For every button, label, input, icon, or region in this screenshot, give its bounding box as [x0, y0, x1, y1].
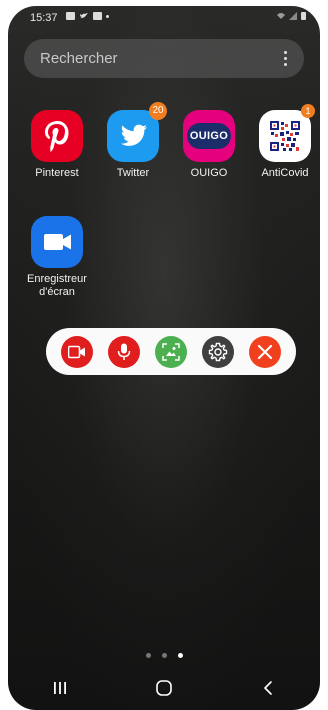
microphone-button[interactable] [108, 335, 141, 368]
status-time: 15:37 [30, 12, 58, 24]
app-anticovid[interactable]: 1 AntiCovid [250, 104, 320, 180]
record-video-button[interactable] [61, 335, 94, 368]
video-camera-icon [68, 345, 86, 358]
image-frame-icon [162, 342, 180, 361]
wifi-icon [277, 13, 285, 19]
screen-recorder-toolbar [46, 328, 296, 375]
page-dot[interactable] [145, 653, 151, 658]
app-ouigo[interactable]: OUIGO OUIGO [174, 110, 244, 180]
notification-icons [66, 12, 109, 20]
recent-apps-icon [54, 682, 66, 694]
phone-screen: 15:37 Rechercher Pinterest 20 Twitter OU… [8, 6, 320, 710]
close-button[interactable] [248, 335, 281, 368]
gallery-button[interactable] [154, 335, 187, 368]
back-button[interactable] [248, 673, 288, 703]
app-label: Enregistreur d'écran [27, 273, 87, 298]
signal-icon [289, 12, 297, 20]
ouigo-icon[interactable]: OUIGO [183, 110, 235, 162]
app-twitter[interactable]: 20 Twitter [98, 102, 168, 180]
gallery-notification-icon [66, 12, 75, 20]
screen-recorder-icon[interactable] [31, 216, 83, 268]
app-label: AntiCovid [261, 167, 309, 179]
ouigo-logo: OUIGO [187, 123, 231, 149]
settings-button[interactable] [201, 335, 234, 368]
home-button[interactable] [144, 673, 184, 703]
battery-icon [301, 12, 306, 20]
qr-notification-icon [93, 12, 102, 20]
back-icon [264, 681, 272, 695]
notification-badge: 1 [301, 104, 315, 118]
page-dot[interactable] [161, 653, 167, 658]
system-icons [276, 12, 306, 20]
ouigo-logo-text: OUIGO [189, 130, 229, 142]
more-notifications-icon [106, 14, 109, 18]
twitter-icon[interactable]: 20 [107, 102, 167, 162]
search-placeholder[interactable]: Rechercher [40, 50, 276, 67]
more-options-icon[interactable] [276, 49, 294, 69]
notification-badge: 20 [149, 102, 167, 120]
pinterest-icon[interactable] [31, 110, 83, 162]
anticovid-qr-icon[interactable]: 1 [259, 104, 315, 162]
status-bar: 15:37 [8, 6, 320, 28]
app-label: Pinterest [35, 167, 79, 179]
app-label: Twitter [116, 167, 150, 179]
home-icon [156, 680, 172, 696]
close-icon [257, 344, 272, 359]
navigation-bar [8, 666, 320, 710]
page-dot-active[interactable] [177, 653, 183, 658]
app-screen-recorder[interactable]: Enregistreur d'écran [22, 216, 92, 299]
search-bar[interactable]: Rechercher [24, 39, 304, 78]
app-pinterest[interactable]: Pinterest [22, 110, 92, 180]
app-label: OUIGO [190, 167, 228, 179]
gear-icon [208, 342, 227, 361]
twitter-notification-icon [80, 13, 88, 19]
recent-apps-button[interactable] [40, 673, 80, 703]
microphone-icon [117, 343, 131, 360]
page-indicator [8, 653, 320, 658]
